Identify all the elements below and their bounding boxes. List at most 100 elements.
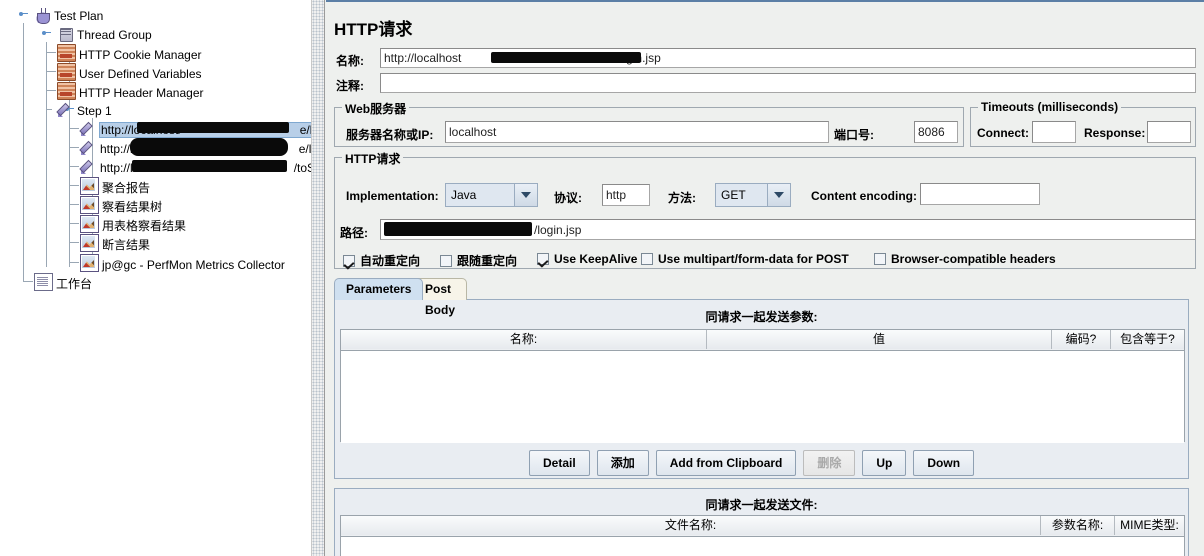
column-header-mime-type[interactable]: MIME类型: [1115,516,1184,535]
tree-node-aggregate-report[interactable]: 聚合报告 [80,177,150,195]
checkbox-label: 自动重定向 [360,254,421,268]
parameters-table[interactable]: 名称: 值 编码? 包含等于? [340,329,1185,443]
checkbox-auto-redirect[interactable]: 自动重定向 [343,252,420,269]
tree-node-step-1[interactable]: Step 1 [57,101,112,119]
server-name-label: 服务器名称或IP: [346,128,434,142]
tree-line [23,23,24,282]
checkbox-label: Use KeepAlive [554,252,638,266]
redaction-bar [491,52,641,63]
http-request-editor-panel: HTTP请求 名称: http://localhost/login.jsp 注释… [326,0,1204,556]
protocol-label: 协议: [554,191,582,205]
response-timeout-input[interactable] [1147,121,1191,143]
tree-line [69,185,79,186]
tree-node-thread-group[interactable]: Thread Group [57,25,152,43]
column-header-encode[interactable]: 编码? [1052,330,1111,349]
up-button[interactable]: Up [862,450,907,476]
port-label: 端口号: [834,128,874,142]
checkbox-use-multipart[interactable]: Use multipart/form-data for POST [641,252,849,266]
tree-line [69,262,79,263]
method-select[interactable]: GET [715,183,791,207]
checkbox-browser-compatible-headers[interactable]: Browser-compatible headers [874,252,1056,266]
column-header-value[interactable]: 值 [707,330,1052,349]
tree-node-label: HTTP Header Manager [79,85,204,100]
column-header-include-equals[interactable]: 包含等于? [1111,330,1184,349]
tree-line [46,90,56,91]
test-plan-tree-panel[interactable]: Test Plan Thread Group HTTP Cookie Manag… [0,0,312,556]
tree-node-label: 聚合报告 [102,180,151,195]
tree-node-http-header-manager[interactable]: HTTP Header Manager [57,82,204,100]
checkbox-use-keepalive[interactable]: Use KeepAlive [537,252,637,266]
tree-node-view-results-tree[interactable]: 察看结果树 [80,196,162,214]
name-label: 名称: [336,54,364,68]
tree-node-workbench[interactable]: 工作台 [34,273,92,291]
tree-line [69,166,79,167]
tree-node-test-plan[interactable]: Test Plan [34,6,103,24]
tree-line [69,223,79,224]
tree-node-view-results-in-table[interactable]: 用表格察看结果 [80,215,186,233]
files-table-body[interactable] [341,537,1184,556]
tree-node-label: 断言结果 [102,237,151,252]
detail-button[interactable]: Detail [529,450,590,476]
comment-label: 注释: [336,79,364,93]
content-encoding-label: Content encoding: [811,189,917,203]
thread-group-icon [57,26,74,42]
listener-icon [80,254,99,272]
http-request-group-title: HTTP请求 [342,150,404,167]
down-button[interactable]: Down [913,450,975,476]
checkbox-label: Use multipart/form-data for POST [658,252,849,266]
connect-timeout-input[interactable] [1032,121,1076,143]
config-element-icon [57,63,76,81]
tree-node-assertion-results[interactable]: 断言结果 [80,234,150,252]
tab-parameters[interactable]: Parameters [334,278,424,300]
path-input-suffix: /login.jsp [534,223,582,237]
tree-node-label: HTTP Cookie Manager [79,47,202,62]
split-pane-divider[interactable] [311,0,325,556]
column-header-name[interactable]: 名称: [341,330,707,349]
tree-line [69,242,79,243]
checkbox-follow-redirects[interactable]: 跟随重定向 [440,252,517,269]
parameters-tab-panel: 同请求一起发送参数: 名称: 值 编码? 包含等于? Detail 添加 Add… [334,299,1189,479]
http-sampler-icon [80,140,97,156]
content-encoding-input[interactable] [920,183,1040,205]
checkbox-box[interactable] [343,254,355,267]
tree-expand-handle-thread-group[interactable] [42,28,51,37]
chevron-down-icon[interactable] [514,184,537,206]
add-button[interactable]: 添加 [596,450,649,476]
tree-expand-handle-test-plan[interactable] [19,9,28,18]
tree-node-user-defined-variables[interactable]: User Defined Variables [57,63,202,81]
listener-icon [80,215,99,233]
checkbox-box[interactable] [440,254,452,267]
response-timeout-label: Response: [1084,126,1146,140]
add-from-clipboard-button[interactable]: Add from Clipboard [655,450,797,476]
files-table[interactable]: 文件名称: 参数名称: MIME类型: [340,515,1185,556]
tree-node-label: Step 1 [77,103,112,118]
column-header-filename[interactable]: 文件名称: [341,516,1041,535]
checkbox-box[interactable] [537,253,549,265]
timeouts-group-title: Timeouts (milliseconds) [978,100,1122,114]
column-header-parameter-name[interactable]: 参数名称: [1041,516,1115,535]
parameters-table-body[interactable] [341,351,1184,443]
tree-line [69,147,79,148]
files-caption: 同请求一起发送文件: [705,498,818,512]
tab-label: Post Body [425,282,455,317]
tree-node-label: 察看结果树 [102,199,163,214]
tree-node-label: 工作台 [56,276,93,291]
tree-node-perfmon-metrics-collector[interactable]: jp@gc - PerfMon Metrics Collector [80,254,285,272]
tree-node-http-cookie-manager[interactable]: HTTP Cookie Manager [57,44,202,62]
checkbox-box[interactable] [874,253,886,265]
web-server-group-title: Web服务器 [342,100,410,117]
name-input-prefix: http://localhost [384,51,462,65]
test-plan-icon [34,7,51,24]
checkbox-label: Browser-compatible headers [891,252,1056,266]
http-sampler-icon [80,121,97,137]
protocol-input[interactable]: http [602,184,650,206]
chevron-down-icon[interactable] [767,184,790,206]
comment-input[interactable] [380,73,1196,93]
implementation-select[interactable]: Java [445,183,538,207]
port-input[interactable]: 8086 [914,121,958,143]
path-label: 路径: [340,226,368,240]
checkbox-box[interactable] [641,253,653,265]
test-plan-tree[interactable]: Test Plan Thread Group HTTP Cookie Manag… [0,0,311,556]
config-element-icon [57,82,76,100]
server-name-input[interactable]: localhost [445,121,829,143]
